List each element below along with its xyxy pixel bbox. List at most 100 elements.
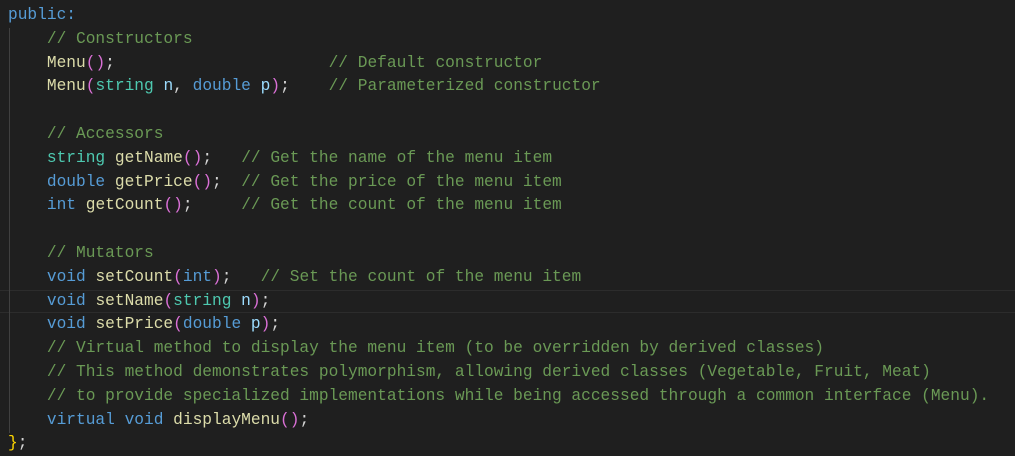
code-token: ) xyxy=(192,148,203,167)
code-token: string xyxy=(46,148,106,167)
code-line[interactable]: void setCount(int); // Set the count of … xyxy=(0,266,1015,290)
code-line[interactable] xyxy=(0,99,1015,123)
code-token: double xyxy=(46,172,106,191)
code-token: // Get the name of the menu item xyxy=(241,148,553,167)
code-token: void xyxy=(46,315,86,334)
code-line[interactable]: public: xyxy=(0,4,1015,28)
code-line[interactable]: Menu(); // Default constructor xyxy=(0,52,1015,76)
code-token: setName xyxy=(95,291,164,310)
code-token: void xyxy=(46,267,86,286)
code-token: ) xyxy=(270,77,281,96)
code-token: // Set the count of the menu item xyxy=(260,267,582,286)
code-token: ; xyxy=(260,291,271,310)
code-token: setCount xyxy=(95,267,174,286)
code-token: // Default constructor xyxy=(328,53,543,72)
code-token: ; xyxy=(280,77,290,96)
code-line[interactable]: void setName(string n); xyxy=(0,289,1015,314)
code-line[interactable]: }; xyxy=(0,432,1015,456)
code-line[interactable]: Menu(string n, double p); // Parameteriz… xyxy=(0,75,1015,99)
code-line[interactable]: void setPrice(double p); xyxy=(0,313,1015,337)
code-token: ( xyxy=(182,148,193,167)
code-token: int xyxy=(46,196,77,215)
code-line[interactable]: virtual void displayMenu(); xyxy=(0,409,1015,433)
code-token: ) xyxy=(95,53,106,72)
code-line[interactable]: // Accessors xyxy=(0,123,1015,147)
code-token: // Parameterized constructor xyxy=(328,77,601,96)
code-token: ( xyxy=(173,267,183,286)
code-token: string xyxy=(95,77,154,96)
code-token: ) xyxy=(260,315,271,334)
code-token: ; xyxy=(270,315,281,334)
code-token: // This method demonstrates polymorphism… xyxy=(46,362,931,381)
code-editor[interactable]: public: // Constructors Menu(); // Defau… xyxy=(0,4,1015,456)
code-token: n xyxy=(241,291,251,310)
code-line[interactable]: string getName(); // Get the name of the… xyxy=(0,147,1015,171)
code-token: // Constructors xyxy=(46,29,193,48)
code-token: double xyxy=(192,77,251,96)
code-line[interactable]: // Constructors xyxy=(0,28,1015,52)
code-line[interactable] xyxy=(0,218,1015,242)
code-token: ) xyxy=(202,172,213,191)
code-token: public xyxy=(8,6,67,24)
code-token: double xyxy=(182,315,242,334)
code-line[interactable]: // This method demonstrates polymorphism… xyxy=(0,361,1015,385)
code-token: ( xyxy=(280,410,290,429)
code-token: ( xyxy=(192,172,203,191)
code-token: getName xyxy=(114,148,183,167)
code-token: // Mutators xyxy=(46,243,154,262)
code-line[interactable]: int getCount(); // Get the count of the … xyxy=(0,194,1015,218)
code-token: setPrice xyxy=(95,315,174,334)
code-token: ; xyxy=(17,434,28,453)
code-token: displayMenu xyxy=(173,410,281,429)
code-line[interactable]: double getPrice(); // Get the price of t… xyxy=(0,171,1015,195)
code-token: p xyxy=(250,315,261,334)
code-token: ( xyxy=(85,53,96,72)
code-token: ; xyxy=(182,196,193,215)
code-line[interactable]: // Mutators xyxy=(0,242,1015,266)
code-token: // to provide specialized implementation… xyxy=(46,386,990,405)
code-token: ) xyxy=(173,196,183,215)
code-line[interactable]: // to provide specialized implementation… xyxy=(0,385,1015,409)
code-token: ; xyxy=(299,410,310,429)
code-token: ) xyxy=(289,410,300,429)
code-token: string xyxy=(173,291,232,310)
code-token: ; xyxy=(212,172,222,191)
code-token: } xyxy=(8,434,18,453)
code-token: virtual xyxy=(46,410,115,429)
code-line[interactable]: // Virtual method to display the menu it… xyxy=(0,337,1015,361)
code-token: // Virtual method to display the menu it… xyxy=(46,339,824,358)
code-token: ( xyxy=(85,77,96,96)
code-token: ( xyxy=(163,196,174,215)
